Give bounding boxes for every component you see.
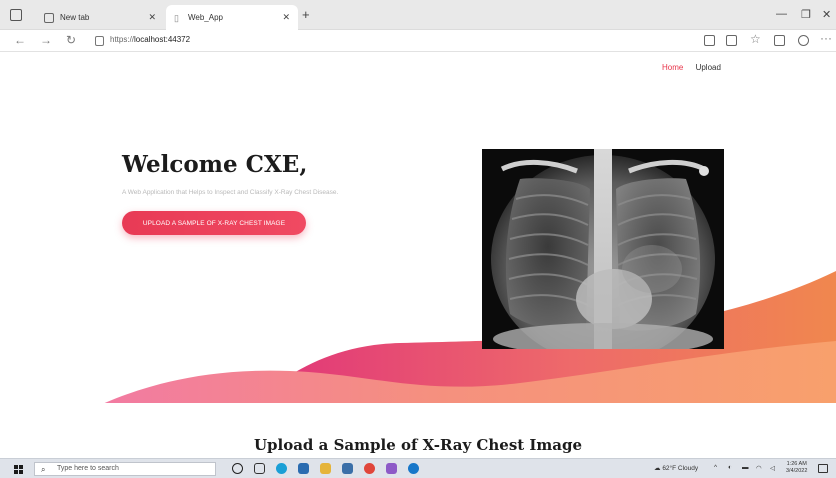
hero-subtitle: A Web Application that Helps to Inspect … (122, 189, 339, 196)
tab-label: Web_App (188, 13, 223, 22)
url-field[interactable]: https://localhost:44372 (110, 35, 190, 44)
upload-section-title: Upload a Sample of X-Ray Chest Image (253, 436, 583, 454)
wifi-icon[interactable]: ◠ (756, 464, 762, 472)
store-icon[interactable] (298, 463, 309, 474)
web-page: Home Upload Welcome CXE, A Web Applicati… (0, 53, 836, 458)
battery-icon[interactable]: ▬ (742, 464, 749, 471)
nav-home-link[interactable]: Home (662, 63, 683, 72)
new-tab-favicon-icon (44, 12, 54, 23)
tray-chevron-icon[interactable]: ^ (714, 464, 717, 471)
chrome-icon[interactable] (364, 463, 375, 474)
collections-icon[interactable] (774, 35, 785, 46)
search-icon: ⌕ (41, 465, 46, 474)
network-icon[interactable]: ◐ (728, 464, 732, 471)
cortana-icon[interactable] (232, 463, 243, 474)
weather-widget[interactable]: ☁ 62°F Cloudy (654, 464, 698, 472)
minimize-icon[interactable]: — (776, 8, 787, 20)
search-placeholder: Type here to search (57, 465, 119, 472)
url-scheme: https:// (110, 35, 135, 44)
reader-view-icon[interactable] (704, 35, 715, 46)
nav-upload-link[interactable]: Upload (696, 63, 721, 72)
refresh-icon[interactable]: ↻ (66, 33, 76, 47)
favorite-star-icon[interactable]: ☆ (750, 32, 761, 46)
site-info-icon[interactable] (95, 36, 104, 46)
close-tab-icon[interactable]: ✕ (148, 12, 156, 23)
profile-avatar-icon[interactable] (798, 35, 809, 46)
edge-browser-icon[interactable] (276, 463, 287, 474)
clock-date: 3/4/2022 (786, 468, 808, 474)
visual-studio-icon[interactable] (386, 463, 397, 474)
forward-icon[interactable]: → (40, 33, 52, 47)
page-favicon-icon: ▯ (174, 12, 179, 23)
restore-icon[interactable]: ❐ (801, 8, 811, 21)
task-view-icon[interactable] (254, 463, 265, 474)
notifications-icon[interactable] (818, 464, 828, 473)
tab-new-tab[interactable]: New tab ✕ (36, 5, 164, 30)
read-aloud-icon[interactable] (726, 35, 737, 46)
tab-label: New tab (60, 13, 90, 22)
file-explorer-icon[interactable] (320, 463, 331, 474)
address-bar: ← → ↻ https://localhost:44372 ☆ ··· (0, 30, 836, 52)
volume-icon[interactable]: ◁ (770, 464, 775, 472)
weather-text: 62°F Cloudy (662, 465, 699, 472)
system-clock[interactable]: 1:26 AM 3/4/2022 (786, 461, 807, 475)
weather-icon: ☁ (654, 465, 661, 472)
upload-sample-button[interactable]: UPLOAD A SAMPLE OF X-RAY CHEST IMAGE (122, 211, 306, 235)
browser-tab-strip: New tab ✕ ▯ Web_App ✕ + — ❐ ✕ (0, 0, 836, 30)
url-host: localhost:44372 (134, 35, 191, 44)
edge-dev-icon[interactable] (408, 463, 419, 474)
clock-time: 1:26 AM (786, 461, 807, 467)
os-taskbar: ⌕ Type here to search ☁ 62°F Cloudy ^ ◐ … (0, 458, 836, 478)
taskbar-search-box[interactable]: ⌕ Type here to search (34, 462, 216, 476)
close-window-icon[interactable]: ✕ (822, 8, 831, 21)
tab-web-app[interactable]: ▯ Web_App ✕ (166, 5, 298, 30)
tab-actions-icon[interactable] (10, 9, 22, 21)
more-menu-icon[interactable]: ··· (820, 31, 832, 45)
close-tab-icon[interactable]: ✕ (282, 12, 290, 23)
mail-icon[interactable] (342, 463, 353, 474)
windows-start-icon[interactable] (14, 465, 23, 474)
new-tab-button[interactable]: + (302, 7, 310, 22)
back-icon[interactable]: ← (14, 33, 26, 47)
chest-xray-image (482, 149, 724, 349)
site-nav: Home Upload (662, 63, 731, 72)
hero-title: Welcome CXE, (122, 151, 308, 178)
